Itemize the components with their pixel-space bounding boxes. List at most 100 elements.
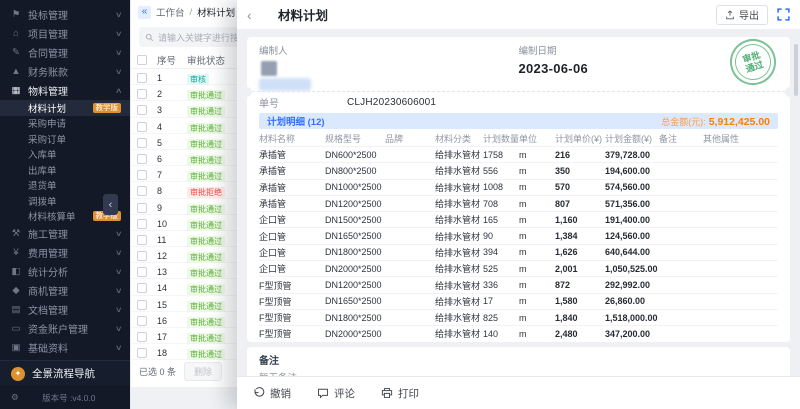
chevron-icon: ∨ — [114, 29, 122, 38]
row-checkbox[interactable] — [137, 348, 147, 358]
sidebar-item[interactable]: ⌂ 项目管理 ∨ — [0, 24, 130, 43]
table-row[interactable]: 企口管 DN1500*2500 给排水管材 165 m 1,160 191,40… — [259, 211, 778, 227]
status-badge: 审批通过 — [187, 284, 225, 295]
export-icon — [725, 10, 735, 20]
comment-button[interactable]: 评论 — [317, 386, 355, 401]
sidebar-item[interactable]: ⚒ 施工管理 ∨ — [0, 224, 130, 243]
panel-collapse-icon[interactable]: « — [138, 6, 151, 19]
version-bar: ⚙ 版本号 :v4.0.0 — [0, 386, 130, 409]
basics-icon: ▣ — [10, 342, 22, 353]
sidebar-item[interactable]: ¥ 费用管理 ∨ — [0, 243, 130, 262]
order-number-row: 单号 CLJH20230606001 — [259, 95, 778, 110]
settings-gear-icon[interactable]: ⚙ — [11, 392, 19, 403]
table-row[interactable]: 承插管 DN1200*2500 给排水管材 708 m 807 571,356.… — [259, 195, 778, 211]
export-button[interactable]: 导出 — [716, 5, 768, 25]
chevron-icon: ∨ — [114, 48, 122, 57]
sidebar-item[interactable]: ▭ 资金账户管理 ∨ — [0, 319, 130, 338]
table-row[interactable]: F型顶管 DN1800*2500 给排水管材 825 m 1,840 1,518… — [259, 309, 778, 325]
status-badge: 审批通过 — [187, 220, 225, 231]
sidebar: ⚑ 投标管理 ∨ ⌂ 项目管理 ∨ ✎ 合同管理 ∨ ▲ 财务账款 — [0, 0, 130, 409]
table-row[interactable]: F型顶管 DN1650*2500 给排水管材 17 m 1,580 26,860… — [259, 293, 778, 309]
row-checkbox[interactable] — [137, 203, 147, 213]
status-badge: 审批通过 — [187, 301, 225, 312]
sidebar-item[interactable]: ◆ 商机管理 ∨ — [0, 281, 130, 300]
breadcrumb-root[interactable]: 工作台 — [156, 5, 185, 19]
sidebar-item[interactable]: 采购申请 — [0, 116, 130, 132]
row-checkbox[interactable] — [137, 235, 147, 245]
select-all-checkbox[interactable] — [137, 55, 147, 65]
row-checkbox[interactable] — [137, 316, 147, 326]
drawer-footer: 撤销 评论 打印 — [237, 376, 800, 409]
plan-card: 编制人 编制日期 2023-06-06 审批通过 单号 CLJH20230606… — [247, 37, 790, 342]
status-badge: 审批拒绝 — [187, 187, 225, 198]
avatar — [261, 61, 277, 76]
sidebar-item[interactable]: ◧ 统计分析 ∨ — [0, 262, 130, 281]
table-row[interactable]: 承插管 DN1000*2500 给排水管材 1008 m 570 574,560… — [259, 179, 778, 195]
fullscreen-expand-icon[interactable] — [777, 8, 790, 21]
search-placeholder: 请输入关键字进行搜索 — [158, 31, 248, 44]
row-checkbox[interactable] — [137, 267, 147, 277]
row-checkbox[interactable] — [137, 138, 147, 148]
table-row[interactable]: 企口管 DN2000*2500 给排水管材 525 m 2,001 1,050,… — [259, 260, 778, 276]
drawer-header: ‹ 材料计划 导出 — [237, 0, 800, 30]
column-header: 材料分类 — [435, 132, 483, 145]
row-checkbox[interactable] — [137, 332, 147, 342]
finance-icon: ▲ — [10, 66, 22, 77]
row-checkbox[interactable] — [137, 170, 147, 180]
row-checkbox[interactable] — [137, 105, 147, 115]
table-row[interactable]: F型顶管 DN2000*2500 给排水管材 140 m 2,480 347,2… — [259, 325, 778, 341]
row-checkbox[interactable] — [137, 251, 147, 261]
table-row[interactable]: 承插管 DN800*2500 给排水管材 556 m 350 194,600.0… — [259, 162, 778, 178]
summary-bar: 计划明细 (12) 总金额(元): 5,912,425.00 — [259, 113, 778, 129]
sidebar-item[interactable]: ▤ 文档管理 ∨ — [0, 300, 130, 319]
row-checkbox[interactable] — [137, 186, 147, 196]
sidebar-item[interactable]: 材料计划 教学版 — [0, 100, 130, 116]
total-amount: 5,912,425.00 — [709, 116, 770, 128]
sidebar-item[interactable]: ⚑ 投标管理 ∨ — [0, 5, 130, 24]
row-checkbox[interactable] — [137, 154, 147, 164]
column-header: 计划金额(¥) — [605, 132, 659, 145]
status-badge: 审批通过 — [187, 90, 225, 101]
search-icon — [145, 33, 154, 42]
undo-button[interactable]: 撤销 — [253, 386, 291, 401]
print-button[interactable]: 打印 — [381, 386, 419, 401]
table-row[interactable]: 企口管 DN1800*2500 给排水管材 394 m 1,626 640,64… — [259, 244, 778, 260]
row-checkbox[interactable] — [137, 89, 147, 99]
scrollbar-thumb[interactable] — [794, 44, 798, 96]
chevron-icon: ∨ — [114, 267, 122, 276]
column-header: 备注 — [659, 132, 703, 145]
sidebar-item[interactable]: 入库单 — [0, 147, 130, 163]
sidebar-item[interactable]: ✎ 合同管理 ∨ — [0, 43, 130, 62]
sidebar-item[interactable]: ▲ 财务账款 ∨ — [0, 62, 130, 81]
drawer-back-icon[interactable]: ‹ — [247, 8, 261, 22]
sidebar-collapse-toggle[interactable]: ‹ — [103, 194, 118, 215]
version-label: 版本号 :v4.0.0 — [19, 392, 119, 404]
sidebar-item[interactable]: ▦ 物料管理 ∧ — [0, 81, 130, 100]
row-checkbox[interactable] — [137, 122, 147, 132]
flow-nav-icon: ✦ — [11, 367, 25, 381]
row-checkbox[interactable] — [137, 300, 147, 310]
detail-drawer: ‹ 材料计划 导出 编制人 — [237, 0, 800, 409]
contract-icon: ✎ — [10, 47, 22, 58]
sidebar-item[interactable]: 出库单 — [0, 162, 130, 178]
creator-field: 编制人 — [259, 43, 519, 91]
column-header: 单位 — [519, 132, 555, 145]
row-checkbox[interactable] — [137, 73, 147, 83]
sidebar-item[interactable]: 采购订单 — [0, 131, 130, 147]
sidebar-item[interactable]: ▣ 基础资料 ∨ — [0, 338, 130, 357]
delete-button[interactable]: 删除 — [184, 362, 222, 381]
drawer-body: 编制人 编制日期 2023-06-06 审批通过 单号 CLJH20230606… — [237, 30, 800, 376]
sidebar-item[interactable]: 退货单 — [0, 178, 130, 194]
selected-count: 已选 0 条 — [139, 365, 176, 378]
chevron-icon: ∧ — [114, 86, 122, 95]
status-badge: 审批通过 — [187, 171, 225, 182]
row-checkbox[interactable] — [137, 283, 147, 293]
row-checkbox[interactable] — [137, 219, 147, 229]
table-row[interactable]: 企口管 DN1650*2500 给排水管材 90 m 1,384 124,560… — [259, 227, 778, 243]
detail-count: 计划明细 (12) — [267, 114, 325, 128]
table-row[interactable]: 承插管 DN600*2500 给排水管材 1758 m 216 379,728.… — [259, 146, 778, 162]
flow-navigation-entry[interactable]: ✦ 全景流程导航 — [0, 360, 130, 386]
table-row[interactable]: F型顶管 DN1200*2500 给排水管材 336 m 872 292,992… — [259, 276, 778, 292]
column-header: 材料名称 — [259, 132, 325, 145]
business-icon: ◆ — [10, 285, 22, 296]
